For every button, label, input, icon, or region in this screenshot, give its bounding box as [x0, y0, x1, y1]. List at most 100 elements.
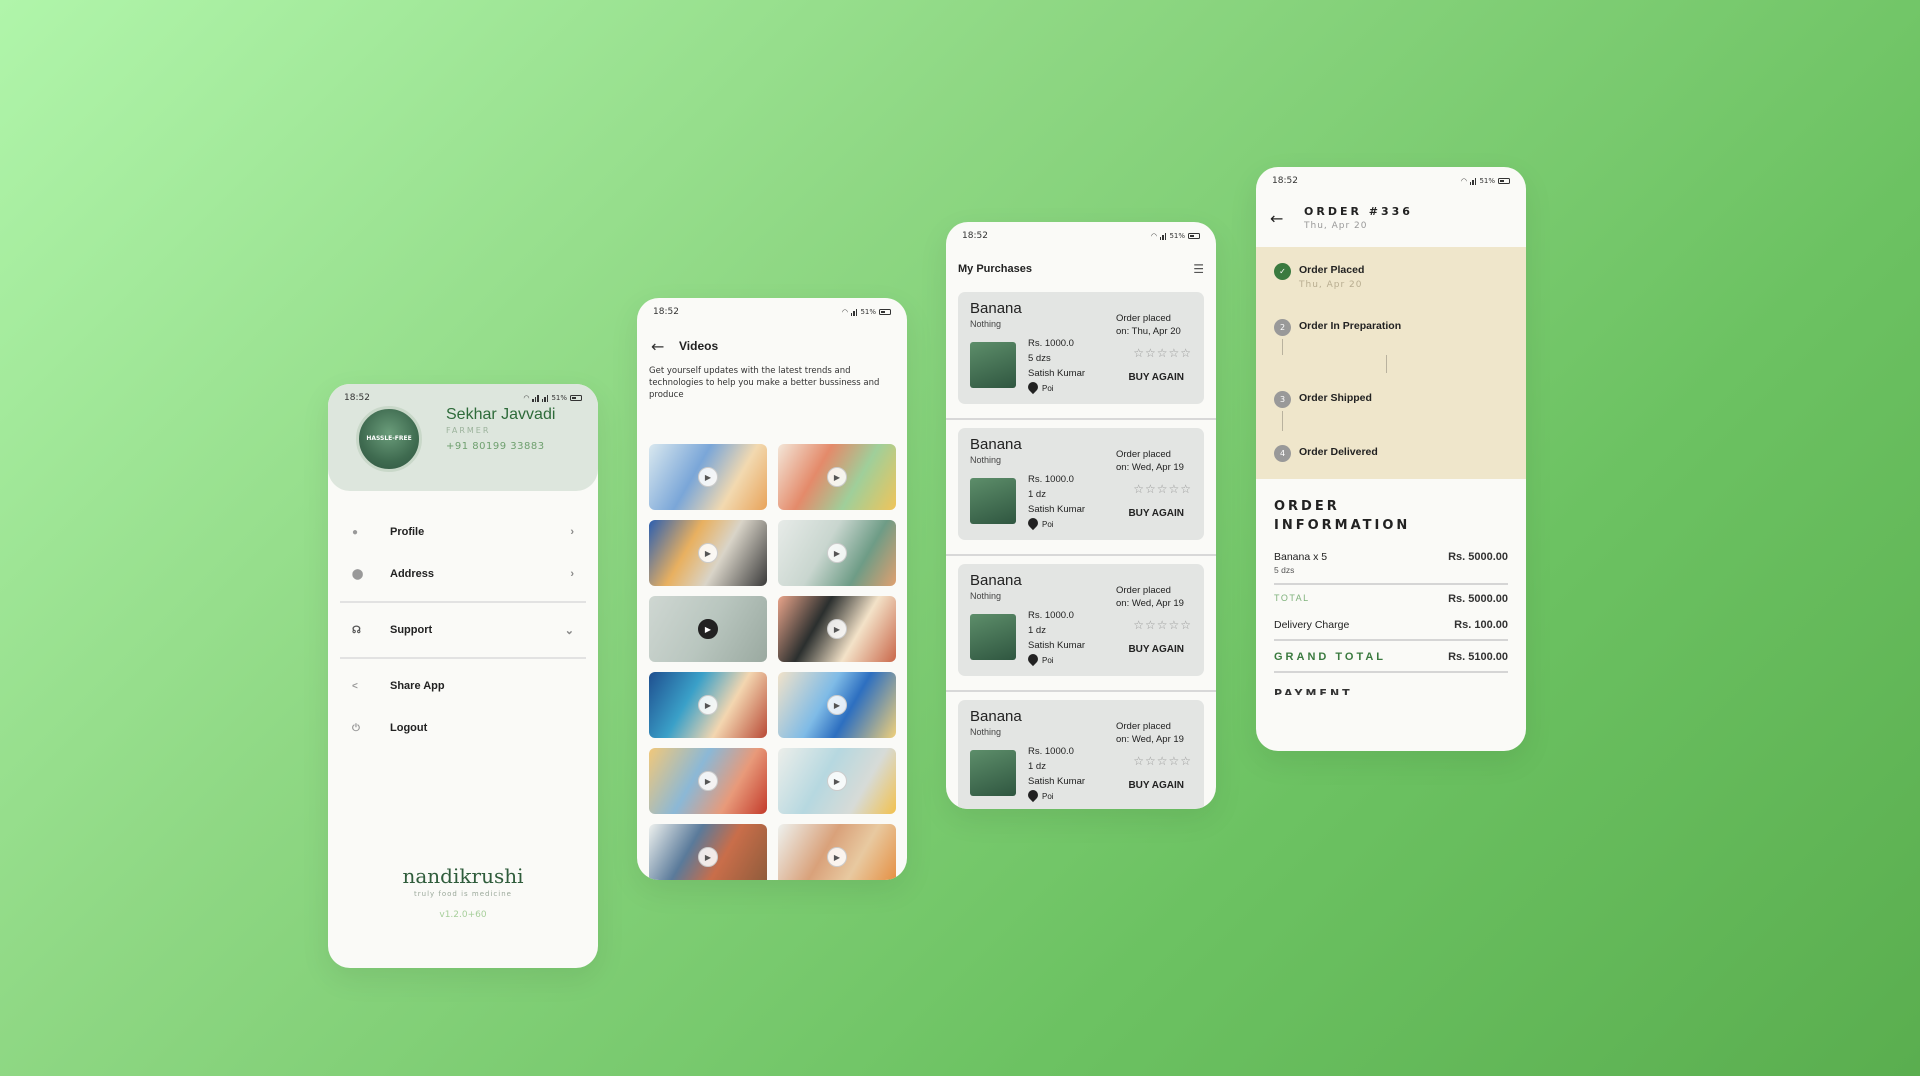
location-pin-icon [1028, 654, 1038, 666]
check-icon: ✓ [1274, 263, 1291, 280]
status-time: 18:52 [1272, 176, 1298, 186]
play-icon: ▶ [698, 619, 718, 639]
buy-again-button[interactable]: BUY AGAIN [1128, 780, 1184, 791]
total-amount: Rs. 5000.00 [1448, 593, 1508, 605]
video-thumbnail[interactable]: ▶ [778, 444, 896, 510]
video-thumbnail[interactable]: ▶ [649, 824, 767, 880]
location-text: Poi [1042, 519, 1054, 529]
page-title: Videos [679, 339, 719, 353]
location-text: Poi [1042, 383, 1054, 393]
grand-total-row: GRAND TOTAL Rs. 5100.00 [1274, 651, 1508, 663]
play-icon: ▶ [827, 619, 847, 639]
total-label: TOTAL [1274, 593, 1310, 603]
order-line-1: Order placed [1116, 313, 1171, 324]
seller-location: Poi [1028, 654, 1054, 666]
product-image [970, 750, 1016, 796]
purchase-card[interactable]: Banana Nothing Rs. 1000.0 1 dz Satish Ku… [958, 564, 1204, 676]
timeline-connector [1282, 339, 1283, 355]
wifi-icon: ◠ [1460, 177, 1467, 185]
step-date: Thu, Apr 20 [1299, 280, 1363, 290]
video-thumbnail[interactable]: ▶ [778, 748, 896, 814]
order-information: ORDER INFORMATION Banana x 5 5 dzs Rs. 5… [1256, 479, 1526, 713]
brand-tagline: truly food is medicine [414, 890, 512, 898]
order-line-1: Order placed [1116, 449, 1171, 460]
product-price: Rs. 1000.0 [1028, 474, 1074, 485]
video-thumbnail[interactable]: ▶ [778, 520, 896, 586]
back-arrow-icon[interactable]: ← [651, 337, 679, 356]
order-line-2: on: Wed, Apr 19 [1116, 734, 1184, 745]
battery-icon [570, 395, 582, 401]
product-image [970, 614, 1016, 660]
menu-item-share[interactable]: < Share App [340, 665, 586, 707]
rating-stars[interactable]: ☆☆☆☆☆ [1133, 754, 1192, 768]
menu-label: Share App [390, 680, 445, 692]
video-thumbnail[interactable]: ▶ [778, 596, 896, 662]
purchase-card[interactable]: Banana Nothing Rs. 1000.0 5 dzs Satish K… [958, 292, 1204, 404]
buy-again-button[interactable]: BUY AGAIN [1128, 644, 1184, 655]
list-item: Banana Nothing Rs. 1000.0 1 dz Satish Ku… [946, 420, 1216, 556]
video-thumbnail[interactable]: ▶ [649, 444, 767, 510]
order-date: Order placed on: Thu, Apr 20 [1116, 312, 1190, 338]
order-number: ORDER #336 [1304, 205, 1413, 218]
order-line-2: on: Wed, Apr 19 [1116, 462, 1184, 473]
signal-icon [1469, 177, 1477, 185]
buy-again-button[interactable]: BUY AGAIN [1128, 372, 1184, 383]
buy-again-button[interactable]: BUY AGAIN [1128, 508, 1184, 519]
video-thumbnail[interactable]: ▶ [778, 824, 896, 880]
step-label: Order Delivered [1299, 446, 1378, 458]
battery-icon [1188, 233, 1200, 239]
profile-header: 18:52 ◠ 51% HASSLE-FREE Sekhar Javvadi F… [328, 384, 598, 491]
video-thumbnail[interactable]: ▶ [649, 596, 767, 662]
play-icon: ▶ [827, 467, 847, 487]
purchases-screen: 18:52 ◠ 51% My Purchases ☰ Banana Nothin… [946, 222, 1216, 809]
signal-icon-2 [541, 394, 549, 402]
price-block: Rs. 1000.0 1 dz Satish Kumar [1028, 744, 1085, 789]
divider [340, 601, 586, 603]
delivery-amount: Rs. 100.00 [1454, 619, 1508, 631]
rating-stars[interactable]: ☆☆☆☆☆ [1133, 482, 1192, 496]
wifi-icon: ◠ [523, 394, 530, 402]
profile-screen: 18:52 ◠ 51% HASSLE-FREE Sekhar Javvadi F… [328, 384, 598, 968]
status-icons: ◠ 51% [842, 308, 891, 316]
item-qty: 5 dzs [1274, 565, 1295, 575]
menu-item-logout[interactable]: ⏻ Logout [340, 707, 586, 749]
step-label: Order Shipped [1299, 392, 1372, 404]
play-icon: ▶ [698, 771, 718, 791]
power-icon: ⏻ [352, 722, 360, 734]
item-amount: Rs. 5000.00 [1448, 551, 1508, 563]
avatar[interactable]: HASSLE-FREE [356, 406, 422, 472]
video-grid: ▶ ▶ ▶ ▶ ▶ ▶ ▶ ▶ ▶ ▶ ▶ ▶ [637, 426, 907, 880]
purchase-card[interactable]: Banana Nothing Rs. 1000.0 1 dz Satish Ku… [958, 700, 1204, 809]
timeline-connector [1386, 355, 1387, 373]
order-date: Order placed on: Wed, Apr 19 [1116, 448, 1190, 474]
seller-name: Satish Kumar [1028, 776, 1086, 787]
user-name: Sekhar Javvadi [446, 406, 556, 423]
share-icon: < [352, 680, 358, 692]
video-thumbnail[interactable]: ▶ [778, 672, 896, 738]
location-text: Poi [1042, 791, 1054, 801]
status-icons: ◠ 51% [1151, 232, 1200, 240]
play-icon: ▶ [827, 771, 847, 791]
back-arrow-icon[interactable]: ← [1270, 199, 1304, 243]
battery-level: 51% [551, 394, 567, 402]
step-number: 4 [1274, 445, 1291, 462]
battery-level: 51% [860, 308, 876, 316]
video-thumbnail[interactable]: ▶ [649, 748, 767, 814]
product-image [970, 342, 1016, 388]
headset-icon: ☊ [352, 624, 361, 636]
menu-item-support[interactable]: ☊ Support ⌄ [340, 609, 586, 651]
app-version: v1.2.0+60 [439, 910, 487, 920]
video-thumbnail[interactable]: ▶ [649, 672, 767, 738]
filter-icon[interactable]: ☰ [1193, 262, 1204, 276]
menu-item-profile[interactable]: ● Profile › [340, 511, 586, 553]
menu-item-address[interactable]: ⬤ Address › [340, 553, 586, 595]
product-qty: 5 dzs [1028, 353, 1051, 364]
video-thumbnail[interactable]: ▶ [649, 520, 767, 586]
list-item: Banana Nothing Rs. 1000.0 1 dz Satish Ku… [946, 556, 1216, 692]
rating-stars[interactable]: ☆☆☆☆☆ [1133, 346, 1192, 360]
purchase-card[interactable]: Banana Nothing Rs. 1000.0 1 dz Satish Ku… [958, 428, 1204, 540]
status-icons: ◠ 51% [1461, 177, 1510, 185]
rating-stars[interactable]: ☆☆☆☆☆ [1133, 618, 1192, 632]
status-time: 18:52 [344, 393, 370, 403]
timeline-connector [1282, 411, 1283, 431]
